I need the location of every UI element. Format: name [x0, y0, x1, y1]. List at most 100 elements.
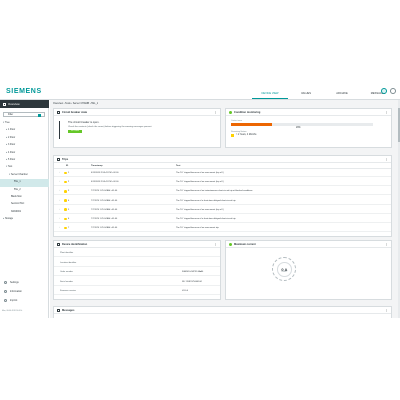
- tree-item[interactable]: 3WA0001: [0, 209, 49, 216]
- chevron-right-icon[interactable]: ›: [59, 197, 60, 205]
- tree-item[interactable]: Sentron PAC: [0, 201, 49, 208]
- table-row[interactable]: › 3 7/7/1970 1:25:34 AM +01:00 The 'D#' tri…: [54, 187, 391, 196]
- table-row[interactable]: › 1 6/15/2018 2:58:41 PM +02:00 The 'D#' tr…: [54, 169, 391, 177]
- more-menu-icon[interactable]: ⋮: [385, 307, 388, 314]
- tree-item-label: Server Chamber: [11, 173, 28, 176]
- filter-icon[interactable]: [38, 113, 41, 117]
- trip-id: 7: [68, 227, 70, 230]
- tree-item[interactable]: 5SL_2: [0, 187, 49, 194]
- device-identification-panel: Device identification ⋮ Plant identifier…: [53, 240, 221, 300]
- overview-button[interactable]: Overview: [0, 100, 49, 108]
- trips-panel: Trips ⋮ ID Timestamp Text › 1 6/15/2018 2:…: [53, 155, 392, 237]
- table-row[interactable]: › 6 7/7/1970 1:25:34 AM +01:00 The 'D#' tri…: [54, 215, 391, 223]
- tree-item[interactable]: ▾Test: [0, 164, 49, 171]
- trip-id: 6: [68, 218, 70, 220]
- table-row[interactable]: › 2 6/15/2018 2:58:41 PM +02:00 The 'D#' tr…: [54, 178, 391, 187]
- tree-item[interactable]: ▸1 Floor: [0, 127, 49, 134]
- tree-item-label: Test: [8, 166, 13, 169]
- property-label: Firmware version: [60, 290, 76, 292]
- tree-item[interactable]: ▸5 Floor: [0, 157, 49, 164]
- sidebar-item-label: Settings: [10, 281, 19, 284]
- tree-item[interactable]: Blank Mon: [0, 194, 49, 201]
- property-value: 3VA2010-5KP32-0AA0: [182, 271, 204, 273]
- contact-wear-value: 29%: [296, 127, 301, 129]
- trip-timestamp: 6/15/2018 2:58:41 PM +02:00: [91, 181, 119, 184]
- utility-icons: [381, 88, 396, 94]
- trip-text: The 'D#' tripped because of an overcurre…: [176, 181, 224, 184]
- trip-id: 4: [68, 199, 70, 202]
- property-value: SD 17087075006244: [182, 280, 202, 283]
- tree-item-label: 3WA0001: [11, 210, 22, 213]
- remaining-lifetime-value: > 2 Years, 4 Months: [236, 133, 257, 136]
- tab-device-view[interactable]: DEVICE VIEW: [252, 89, 288, 99]
- trip-timestamp: 6/15/2018 2:58:41 PM +02:00: [91, 172, 119, 174]
- sidebar: Overview Filter ▾Tree ▸1 Floor ▸2 Floor ▸3 …: [0, 100, 49, 318]
- panel-header: Trips ⋮: [54, 156, 391, 163]
- device-icon: [57, 243, 60, 246]
- tab-values[interactable]: VALUES: [288, 89, 324, 99]
- more-menu-icon[interactable]: ⋮: [385, 109, 388, 116]
- warning-dot-icon: [64, 226, 67, 230]
- trip-timestamp: 7/7/1970 1:25:34 AM +01:00: [91, 199, 118, 202]
- chevron-right-icon[interactable]: ›: [59, 169, 60, 177]
- panel-title: Device identification: [62, 243, 88, 246]
- more-menu-icon[interactable]: ⋮: [385, 241, 388, 248]
- trip-id: 5: [68, 208, 70, 211]
- warning-dot-icon: [64, 189, 67, 193]
- table-row[interactable]: › 5 7/7/1970 1:25:34 AM +01:00 The 'D#' tri…: [54, 206, 391, 214]
- tree-item[interactable]: 5SL_1: [0, 179, 49, 187]
- trip-text: The 'D#' tripped because of a short-time…: [176, 218, 236, 220]
- tree-item[interactable]: ▸3 Floor: [0, 142, 49, 149]
- more-menu-icon[interactable]: ⋮: [214, 109, 217, 116]
- chevron-right-icon[interactable]: ›: [59, 187, 60, 195]
- more-menu-icon[interactable]: ⋮: [385, 156, 388, 163]
- tree-item[interactable]: ▸4 Floor: [0, 150, 49, 157]
- sidebar-item-information[interactable]: Information: [0, 287, 49, 296]
- panel-header: Maximum current ⋮: [226, 241, 391, 248]
- info-icon: [4, 290, 7, 293]
- document-icon: [4, 299, 7, 302]
- property-label: Order number: [60, 271, 73, 273]
- list-item: Location identifier: [54, 259, 220, 267]
- tree-filter-input[interactable]: Filter: [3, 112, 45, 117]
- sidebar-bottom-nav: Settings Information Imprint: [0, 278, 49, 305]
- tree-item[interactable]: ▸Storage: [0, 216, 49, 223]
- tree-item-label: 2 Floor: [8, 136, 16, 139]
- top-tabs: DEVICE VIEW VALUES ARCHIVE MESSAGES: [252, 89, 396, 99]
- status-badge: IS OPEN: [68, 129, 82, 134]
- overview-label: Overview: [8, 102, 20, 106]
- contact-wear-bar: [231, 122, 373, 126]
- panel-header: Condition monitoring ⋮: [226, 109, 391, 116]
- gauge-inner-ring: 0 A Phase 1: [277, 262, 292, 277]
- more-menu-icon[interactable]: ⋮: [214, 241, 217, 248]
- status-line: Mon, 06-06-2018 14:08 h ·: [2, 310, 24, 312]
- table-row[interactable]: › 7 7/7/1970 1:25:34 AM +01:00 The 'D#' tri…: [54, 224, 391, 233]
- chevron-right-icon[interactable]: ›: [59, 215, 60, 223]
- chevron-right-icon[interactable]: ›: [59, 206, 60, 214]
- sidebar-item-settings[interactable]: Settings: [0, 278, 49, 287]
- messages-panel: Messages ⋮: [53, 306, 392, 318]
- siemens-logo: SIEMENS: [6, 88, 42, 95]
- tree-item[interactable]: ▾Server Chamber: [0, 172, 49, 179]
- tree-item[interactable]: ▸2 Floor: [0, 135, 49, 142]
- tree-item[interactable]: ▾Tree: [0, 120, 49, 127]
- table-row[interactable]: › 4 7/7/1970 1:25:34 AM +01:00 The 'D#' tri…: [54, 197, 391, 205]
- panel-title: Messages: [62, 309, 75, 312]
- tree-item-label: Tree: [5, 122, 10, 124]
- user-icon[interactable]: [381, 88, 387, 94]
- chevron-right-icon[interactable]: ›: [59, 178, 60, 186]
- sidebar-item-imprint[interactable]: Imprint: [0, 296, 49, 305]
- chevron-right-icon[interactable]: ›: [59, 224, 60, 232]
- tree-item-label: Sentron PAC: [11, 203, 25, 206]
- sidebar-item-label: Imprint: [10, 299, 18, 302]
- tab-archive[interactable]: ARCHIVE: [324, 89, 360, 99]
- language-icon[interactable]: [390, 88, 396, 94]
- tree-item-label: 1 Floor: [8, 129, 16, 132]
- breadcrumb: Overview › Tests › Server CHAMB › 5SL_1: [53, 102, 99, 105]
- panel-title: Circuit breaker state: [62, 111, 88, 114]
- current-gauge: 0 A Phase 1: [272, 257, 296, 281]
- status-ok-icon: [229, 111, 232, 114]
- tree-item-label: 3 Floor: [8, 144, 16, 147]
- warning-dot-icon: [64, 180, 67, 184]
- warning-dot-icon: [64, 171, 67, 175]
